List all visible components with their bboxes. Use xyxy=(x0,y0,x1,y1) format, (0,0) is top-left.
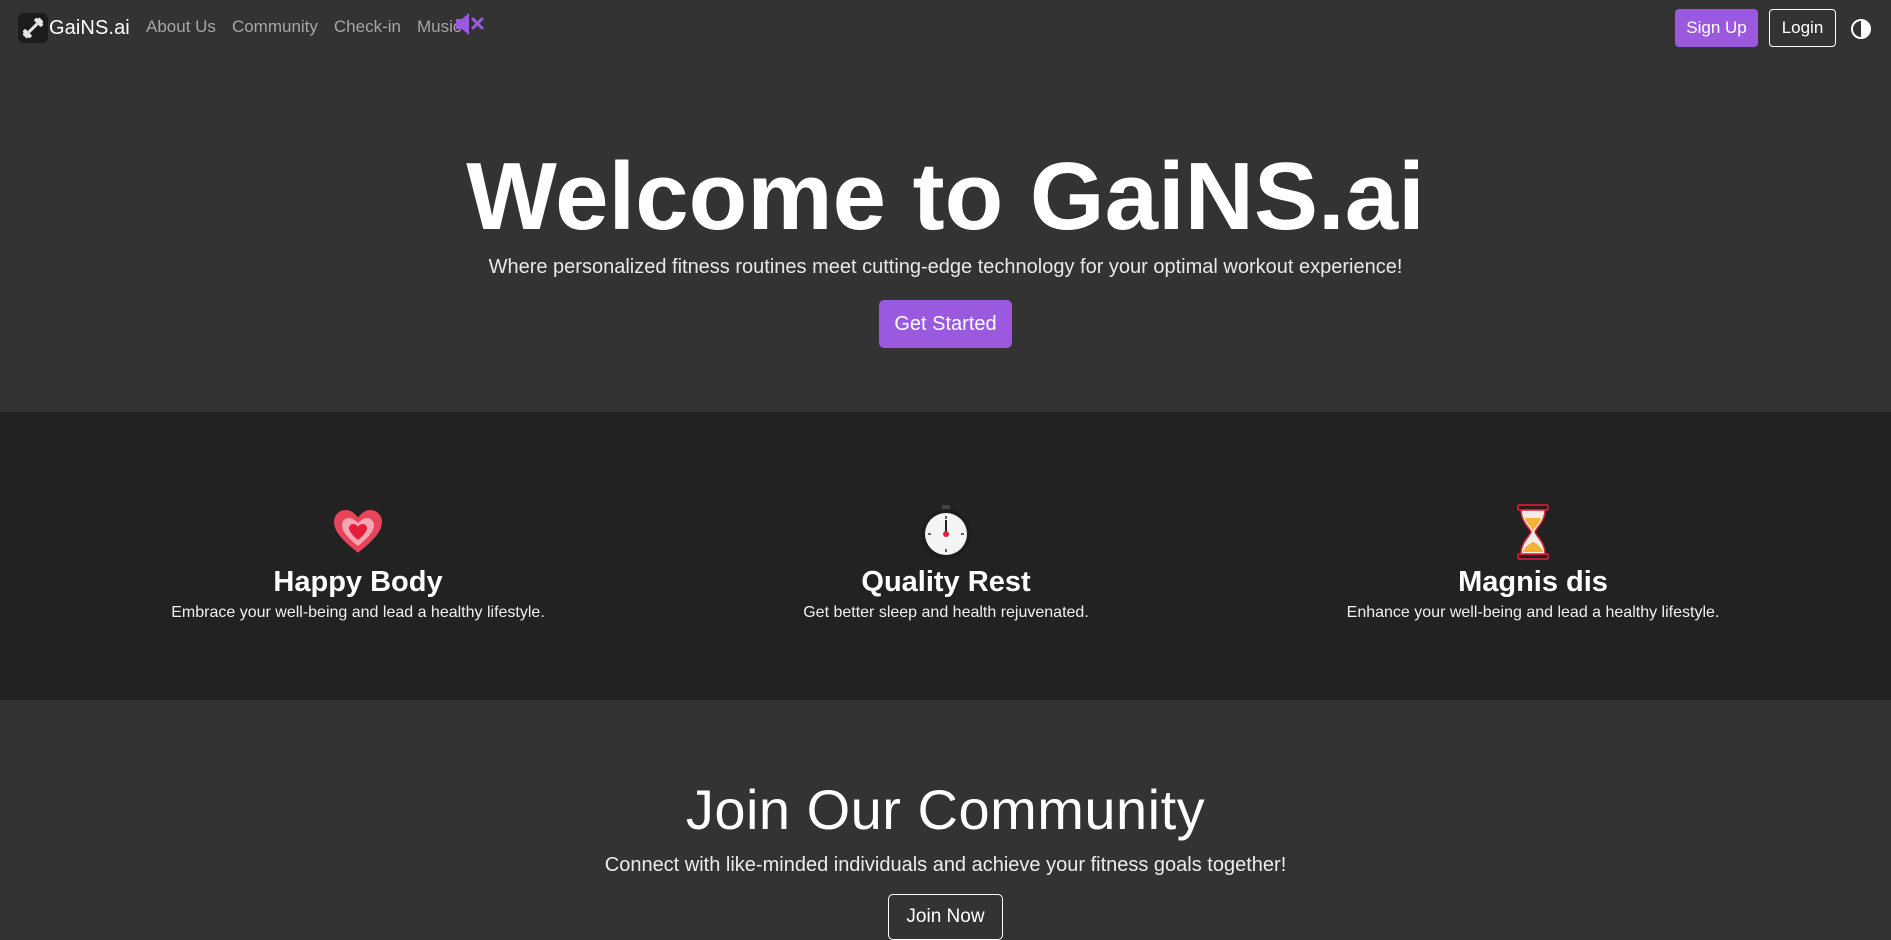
get-started-button[interactable]: Get Started xyxy=(879,300,1012,348)
feature-magnis-dis: Magnis dis Enhance your well-being and l… xyxy=(1283,504,1783,622)
stopwatch-icon xyxy=(921,505,971,559)
brand-name: GaiNS.ai xyxy=(49,16,130,39)
hero-section: Welcome to GaiNS.ai Where personalized f… xyxy=(0,56,1891,412)
hero-title: Welcome to GaiNS.ai xyxy=(466,143,1425,250)
community-section: Join Our Community Connect with like-min… xyxy=(4,710,1887,940)
heart-icon xyxy=(331,507,385,556)
nav-links: About Us Community Check-in Music xyxy=(146,17,477,37)
nav-community[interactable]: Community xyxy=(232,17,318,37)
navbar: GaiNS.ai About Us Community Check-in Mus… xyxy=(0,0,1891,56)
nav-check-in[interactable]: Check-in xyxy=(334,17,401,37)
hero-subtitle: Where personalized fitness routines meet… xyxy=(488,256,1403,278)
login-button[interactable]: Login xyxy=(1769,9,1836,47)
dumbbell-icon xyxy=(18,13,48,43)
feature-description: Embrace your well-being and lead a healt… xyxy=(171,604,545,621)
join-now-button[interactable]: Join Now xyxy=(888,894,1003,940)
sign-up-button[interactable]: Sign Up xyxy=(1675,9,1758,47)
feature-title: Quality Rest xyxy=(861,566,1031,598)
nav-about-us[interactable]: About Us xyxy=(146,17,216,37)
feature-description: Enhance your well-being and lead a healt… xyxy=(1346,604,1720,621)
hourglass-icon xyxy=(1517,504,1549,560)
speaker-muted-icon[interactable] xyxy=(454,11,485,37)
community-title: Join Our Community xyxy=(685,778,1206,841)
feature-title: Magnis dis xyxy=(1458,566,1608,598)
community-subtitle: Connect with like-minded individuals and… xyxy=(604,854,1287,876)
feature-title: Happy Body xyxy=(273,566,443,598)
contrast-toggle-icon[interactable] xyxy=(1850,18,1872,40)
brand-link[interactable]: GaiNS.ai xyxy=(18,13,130,43)
feature-description: Get better sleep and health rejuvenated. xyxy=(803,604,1089,621)
feature-happy-body: Happy Body Embrace your well-being and l… xyxy=(108,504,608,622)
feature-quality-rest: Quality Rest Get better sleep and health… xyxy=(696,504,1196,622)
features-section: Happy Body Embrace your well-being and l… xyxy=(0,412,1891,700)
